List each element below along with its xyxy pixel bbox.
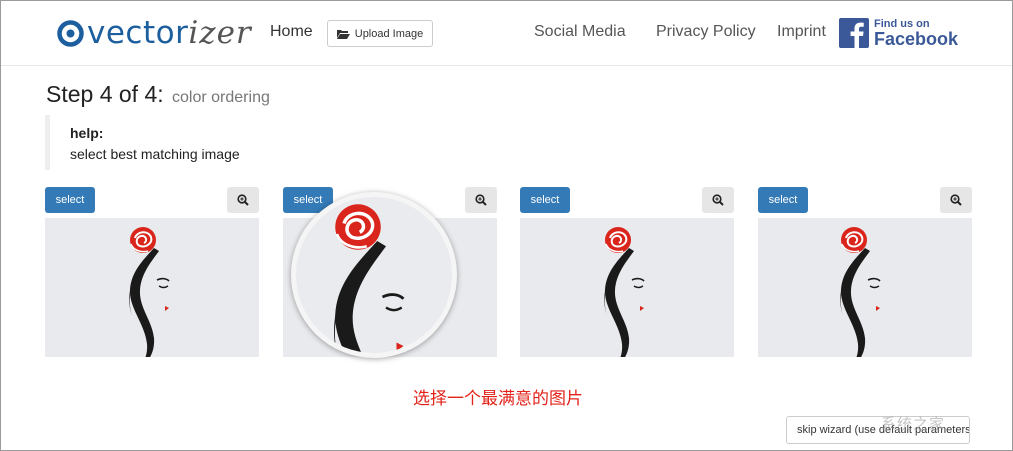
annotation-text: 选择一个最满意的图片 [413,389,583,409]
logo-text: vectorizer [87,15,252,51]
portrait-artwork [603,226,645,357]
zoom-in-icon [475,194,487,206]
select-button-3[interactable]: select [520,187,570,213]
folder-open-icon [336,29,350,39]
portrait-artwork-zoomed [332,202,406,353]
nav-home-link[interactable]: Home [270,23,313,41]
zoom-button-2[interactable] [465,187,497,213]
option-card-3: select [520,187,734,357]
nav-privacy-policy-link[interactable]: Privacy Policy [656,23,756,41]
nav-social-media-link[interactable]: Social Media [534,23,626,41]
zoom-button-4[interactable] [940,187,972,213]
help-text: select best matching image [70,146,240,162]
facebook-icon [839,18,869,48]
nav-imprint-link[interactable]: Imprint [777,23,826,41]
select-button-4[interactable]: select [758,187,808,213]
facebook-link[interactable]: Find us on Facebook [839,17,958,49]
logo-text-prefix: vector [87,15,189,51]
facebook-big-text: Facebook [874,28,959,49]
upload-image-button[interactable]: Upload Image [327,20,433,47]
zoom-in-icon [712,194,724,206]
top-navbar: vectorizer Home Upload Image Social Medi… [1,1,1012,66]
watermark: 系统之家 [881,415,946,433]
portrait-artwork [839,226,881,357]
option-card-4: select [758,187,972,357]
zoom-in-icon [950,194,962,206]
option-preview-3[interactable] [520,218,734,357]
zoom-button-1[interactable] [227,187,259,213]
zoom-in-icon [237,194,249,206]
option-preview-1[interactable] [45,218,259,357]
magnifier-lens [291,192,457,358]
select-button-1[interactable]: select [45,187,95,213]
target-icon [57,19,84,47]
step-title: Step 4 of 4: color ordering [46,81,270,108]
facebook-small-text: Find us on [874,17,930,30]
vectorizer-logo[interactable]: vectorizer [57,15,252,51]
logo-text-suffix: izer [188,15,252,51]
portrait-artwork [128,226,170,357]
step-title-main: Step 4 of 4: [46,81,164,107]
help-block: help: select best matching image [45,115,240,170]
upload-image-label: Upload Image [354,27,424,40]
option-card-1: select [45,187,259,357]
step-subtitle: color ordering [172,89,270,106]
zoom-button-3[interactable] [702,187,734,213]
option-preview-4[interactable] [758,218,972,357]
help-label: help: [70,125,104,141]
